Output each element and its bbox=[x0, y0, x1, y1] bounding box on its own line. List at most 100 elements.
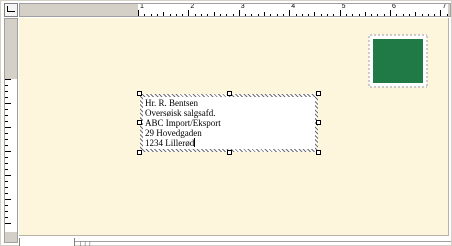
ruler-tick bbox=[440, 10, 442, 16]
ruler-tick bbox=[5, 205, 8, 206]
ruler-tick bbox=[264, 12, 265, 16]
ruler-tick bbox=[295, 14, 297, 16]
vertical-ruler[interactable] bbox=[4, 18, 18, 243]
ruler-tick bbox=[5, 97, 8, 98]
ruler-tick bbox=[276, 14, 278, 16]
ruler-tick bbox=[232, 14, 234, 16]
ruler-number: 7 bbox=[442, 3, 447, 10]
resize-handle-bottom-right[interactable] bbox=[316, 150, 321, 155]
ruler-tick bbox=[320, 14, 322, 16]
ruler-tick bbox=[5, 115, 8, 116]
ruler-tick bbox=[257, 14, 259, 16]
ruler-tick bbox=[358, 14, 360, 16]
ruler-tick bbox=[182, 14, 184, 16]
ruler-tick bbox=[213, 12, 215, 16]
delivery-address-textbox[interactable]: Hr. R. Bentsen Oversøisk salgsafd. ABC I… bbox=[137, 91, 321, 155]
ruler-tick bbox=[156, 14, 158, 16]
ruler-tick bbox=[245, 14, 247, 16]
ruler-tick bbox=[5, 157, 8, 158]
ruler-tick bbox=[421, 14, 423, 16]
tab-selector-button[interactable] bbox=[4, 3, 18, 17]
address-line: 29 Hovedgaden bbox=[145, 128, 202, 138]
stamp-perforation bbox=[369, 85, 427, 89]
ruler-tick bbox=[5, 211, 8, 212]
document-window: 1 2 3 4 5 6 7 Hr. R. Bentsen Oversøisk salgsaf… bbox=[0, 0, 452, 246]
ruler-tick bbox=[383, 14, 385, 16]
ruler-tick bbox=[169, 14, 171, 16]
resize-handle-bottom[interactable] bbox=[227, 150, 232, 155]
ruler-tick bbox=[5, 139, 8, 140]
resize-handle-right[interactable] bbox=[316, 120, 321, 125]
ruler-tick bbox=[308, 14, 310, 16]
ruler-tick bbox=[352, 14, 354, 16]
ruler-tick bbox=[5, 223, 11, 224]
ruler-tick bbox=[201, 14, 202, 16]
envelope-page[interactable]: Hr. R. Bentsen Oversøisk salgsafd. ABC I… bbox=[19, 18, 449, 236]
ruler-tick bbox=[5, 85, 8, 86]
ruler-tick bbox=[5, 109, 8, 110]
resize-handle-top[interactable] bbox=[227, 91, 232, 96]
ruler-tick bbox=[5, 121, 8, 122]
ruler-tick bbox=[207, 14, 209, 16]
left-tab-icon bbox=[7, 6, 15, 12]
ruler-tick bbox=[5, 217, 8, 218]
ruler-tick bbox=[289, 10, 291, 16]
ruler-tick bbox=[5, 181, 8, 182]
ruler-number: 6 bbox=[392, 3, 396, 10]
ruler-tick bbox=[226, 14, 228, 16]
ruler-number: 3 bbox=[240, 3, 245, 10]
ruler-tick bbox=[446, 14, 448, 16]
view-tab[interactable] bbox=[19, 238, 75, 246]
ruler-tick bbox=[5, 163, 8, 164]
ruler-tick bbox=[5, 199, 11, 200]
horizontal-scrollbar-track[interactable] bbox=[75, 241, 451, 242]
resize-handle-left[interactable] bbox=[137, 120, 142, 125]
ruler-tick bbox=[5, 175, 11, 176]
ruler-number: 1 bbox=[140, 3, 144, 10]
address-text-area[interactable]: Hr. R. Bentsen Oversøisk salgsafd. ABC I… bbox=[143, 97, 315, 149]
ruler-tick bbox=[390, 10, 391, 16]
ruler-left-margin bbox=[20, 4, 138, 16]
ruler-tick bbox=[396, 14, 398, 16]
resize-handle-top-left[interactable] bbox=[137, 91, 142, 96]
stamp-perforation bbox=[367, 35, 371, 87]
ruler-tick bbox=[402, 14, 404, 16]
horizontal-ruler[interactable]: 1 2 3 4 5 6 7 bbox=[19, 3, 451, 17]
resize-handle-top-right[interactable] bbox=[316, 91, 321, 96]
ruler-number: 5 bbox=[341, 3, 346, 10]
ruler-tick bbox=[194, 14, 196, 16]
ruler-number: 2 bbox=[190, 3, 195, 10]
ruler-tick bbox=[5, 151, 11, 152]
ruler-tick bbox=[270, 14, 272, 16]
ruler-tick bbox=[150, 14, 152, 16]
address-line-last: 1234 Lillerød bbox=[145, 138, 313, 148]
ruler-tick bbox=[144, 14, 146, 16]
ruler-tick bbox=[163, 12, 165, 16]
ruler-tick bbox=[427, 14, 429, 16]
address-line: ABC Import/Eksport bbox=[145, 118, 221, 128]
ruler-tick bbox=[5, 79, 11, 80]
ruler-tick bbox=[5, 145, 8, 146]
ruler-tick bbox=[5, 169, 8, 170]
ruler-number: 4 bbox=[291, 3, 296, 10]
ruler-right-margin bbox=[448, 4, 450, 16]
ruler-tick bbox=[188, 10, 190, 16]
ruler-tick bbox=[345, 14, 347, 16]
ruler-tick bbox=[408, 14, 410, 16]
ruler-tick bbox=[5, 193, 8, 194]
ruler-tick bbox=[333, 14, 335, 16]
ruler-tick bbox=[364, 12, 366, 16]
resize-handle-bottom-left[interactable] bbox=[137, 150, 142, 155]
ruler-tick bbox=[5, 127, 11, 128]
stamp-perforation bbox=[369, 33, 427, 37]
ruler-tick bbox=[434, 14, 436, 16]
text-cursor bbox=[194, 138, 196, 147]
ruler-tick bbox=[5, 133, 8, 134]
address-line: Hr. R. Bentsen bbox=[145, 98, 198, 108]
postage-stamp-icon bbox=[367, 33, 429, 89]
ruler-tick bbox=[371, 14, 373, 16]
scroll-marker: ∣ ∣ ∣ bbox=[79, 242, 92, 246]
ruler-tick bbox=[251, 14, 253, 16]
ruler-tick bbox=[5, 187, 8, 188]
stamp-face bbox=[373, 39, 423, 83]
